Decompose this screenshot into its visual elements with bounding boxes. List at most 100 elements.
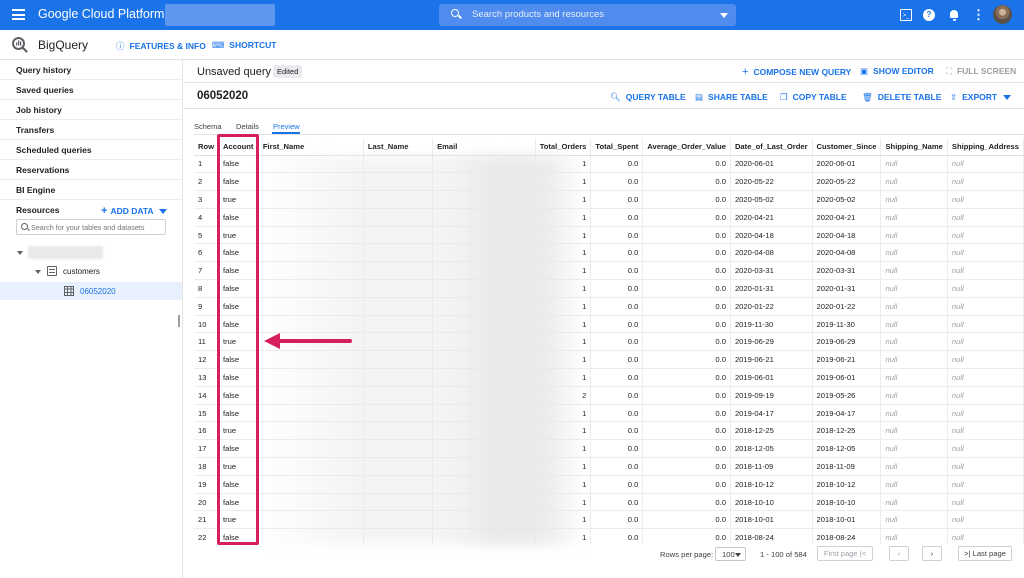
table-cell: null <box>947 510 1024 530</box>
sidebar-item-bi-engine[interactable]: BI Engine <box>0 180 182 200</box>
more-vert-icon[interactable]: ⋮ <box>972 8 985 21</box>
table-cell <box>258 510 364 530</box>
table-cell: 2020-01-31 <box>812 279 882 298</box>
table-cell: 2020-01-22 <box>812 297 882 316</box>
table-cell: 0.0 <box>590 226 644 245</box>
add-data-button[interactable]: + ADD DATA <box>101 205 167 217</box>
table-cell: null <box>880 315 948 334</box>
table-cell: 16 <box>194 421 220 441</box>
table-cell: 19 <box>194 475 220 494</box>
project-selector[interactable] <box>165 4 275 26</box>
global-search-input[interactable]: Search products and resources <box>472 9 604 20</box>
project-node[interactable] <box>28 246 103 259</box>
rows-per-page-select[interactable]: 100 <box>715 547 746 561</box>
column-header[interactable]: Account <box>218 138 259 156</box>
table-cell <box>363 155 434 174</box>
table-cell: 2020-03-31 <box>812 261 882 281</box>
column-header[interactable]: Row <box>194 138 220 156</box>
table-cell: 17 <box>194 439 220 459</box>
delete-table-button[interactable]: 🗑︎ DELETE TABLE <box>862 92 941 103</box>
column-header[interactable]: Date_of_Last_Order <box>730 138 813 156</box>
sidebar-item-scheduled-queries[interactable]: Scheduled queries <box>0 140 182 160</box>
tab-details[interactable]: Details <box>236 122 259 131</box>
column-header[interactable]: Email <box>432 138 536 156</box>
column-header[interactable]: Total_Orders <box>535 138 592 156</box>
table-cell: 0.0 <box>642 190 731 209</box>
table-cell <box>258 261 364 281</box>
table-cell: true <box>218 510 259 530</box>
preview-grid[interactable]: Row Account First_Name Last_Name Email Total_… <box>194 138 1024 544</box>
column-header[interactable]: First_Name <box>258 138 364 156</box>
avatar[interactable] <box>993 5 1012 24</box>
resource-search[interactable] <box>16 219 166 235</box>
search-dropdown-icon[interactable] <box>720 13 728 18</box>
column-header[interactable]: Customer_Since <box>812 138 882 156</box>
table-node-06052020[interactable]: 06052020 <box>80 287 116 296</box>
sidebar-item-query-history[interactable]: Query history <box>0 60 182 80</box>
global-search[interactable]: Search products and resources <box>439 4 736 26</box>
sidebar-resize-handle[interactable] <box>178 315 180 327</box>
compose-new-query-button[interactable]: + COMPOSE NEW QUERY <box>742 66 851 78</box>
export-label: EXPORT <box>962 92 998 102</box>
table-cell <box>363 315 434 334</box>
table-cell: 5 <box>194 226 220 245</box>
resource-search-input[interactable] <box>31 221 164 233</box>
brand-title[interactable]: Google Cloud Platform <box>38 7 164 21</box>
table-cell <box>432 475 536 494</box>
next-page-button[interactable]: › <box>922 546 942 561</box>
table-cell: false <box>218 368 259 387</box>
table-cell <box>363 528 434 544</box>
expand-dataset-icon[interactable] <box>35 270 41 274</box>
sidebar-item-transfers[interactable]: Transfers <box>0 120 182 140</box>
hamburger-menu-icon[interactable] <box>12 9 25 20</box>
expand-project-icon[interactable] <box>17 251 23 255</box>
tab-schema[interactable]: Schema <box>194 122 222 131</box>
table-cell <box>432 439 536 459</box>
tab-preview[interactable]: Preview <box>273 122 300 131</box>
table-cell: 2020-05-22 <box>730 172 813 192</box>
table-cell: false <box>218 404 259 423</box>
table-row: 6 false 1 0.0 0.0 2020-04-08 2020-04-08 null nul… <box>194 243 1024 263</box>
table-cell <box>432 261 536 281</box>
column-header[interactable]: Total_Spent <box>590 138 644 156</box>
full-screen-button[interactable]: ⛶ FULL SCREEN <box>946 66 1016 77</box>
table-cell: 2019-04-17 <box>812 404 882 423</box>
table-cell <box>432 190 536 209</box>
table-row: 7 false 1 0.0 0.0 2020-03-31 2020-03-31 null nul… <box>194 261 1024 281</box>
last-page-button[interactable]: >| Last page <box>958 546 1012 561</box>
column-header[interactable]: Shipping_Address <box>947 138 1024 156</box>
share-table-button[interactable]: ▤ SHARE TABLE <box>695 92 768 103</box>
cloud-shell-icon[interactable]: >_ <box>900 9 912 21</box>
table-cell: null <box>947 439 1024 459</box>
query-table-button[interactable]: 🔍︎ QUERY TABLE <box>610 92 686 103</box>
table-row: 15 false 1 0.0 0.0 2019-04-17 2019-04-17 null nu… <box>194 404 1024 423</box>
last-page-label: Last page <box>972 549 1006 558</box>
bigquery-logo-icon <box>12 37 28 53</box>
features-info-button[interactable]: ⓘ FEATURES & INFO <box>116 40 206 52</box>
table-cell: 12 <box>194 350 220 370</box>
column-header[interactable]: Shipping_Name <box>880 138 948 156</box>
table-cell: 0.0 <box>642 493 731 512</box>
copy-table-button[interactable]: ❐ COPY TABLE <box>780 92 847 103</box>
column-header[interactable]: Last_Name <box>363 138 434 156</box>
dataset-node-customers[interactable]: customers <box>63 267 100 276</box>
table-cell <box>432 243 536 263</box>
sidebar-item-saved-queries[interactable]: Saved queries <box>0 80 182 100</box>
show-editor-button[interactable]: ▣ SHOW EDITOR <box>860 66 934 77</box>
sidebar-item-reservations[interactable]: Reservations <box>0 160 182 180</box>
first-page-button[interactable]: First page |< <box>817 546 873 561</box>
table-cell: 0.0 <box>642 279 731 298</box>
sidebar-item-job-history[interactable]: Job history <box>0 100 182 120</box>
export-button[interactable]: ⇪ EXPORT <box>950 92 1012 103</box>
table-cell: null <box>880 208 948 227</box>
table-cell: 1 <box>535 528 592 544</box>
notifications-icon[interactable] <box>948 9 960 21</box>
table-cell <box>258 350 364 370</box>
table-cell: null <box>880 279 948 298</box>
prev-page-button[interactable]: ‹ <box>889 546 909 561</box>
column-header[interactable]: Average_Order_Value <box>642 138 731 156</box>
shortcut-button[interactable]: ⌨ SHORTCUT <box>212 40 277 51</box>
help-icon[interactable]: ? <box>923 9 935 21</box>
table-cell: 0.0 <box>642 172 731 192</box>
keyboard-icon: ⌨ <box>212 40 225 50</box>
